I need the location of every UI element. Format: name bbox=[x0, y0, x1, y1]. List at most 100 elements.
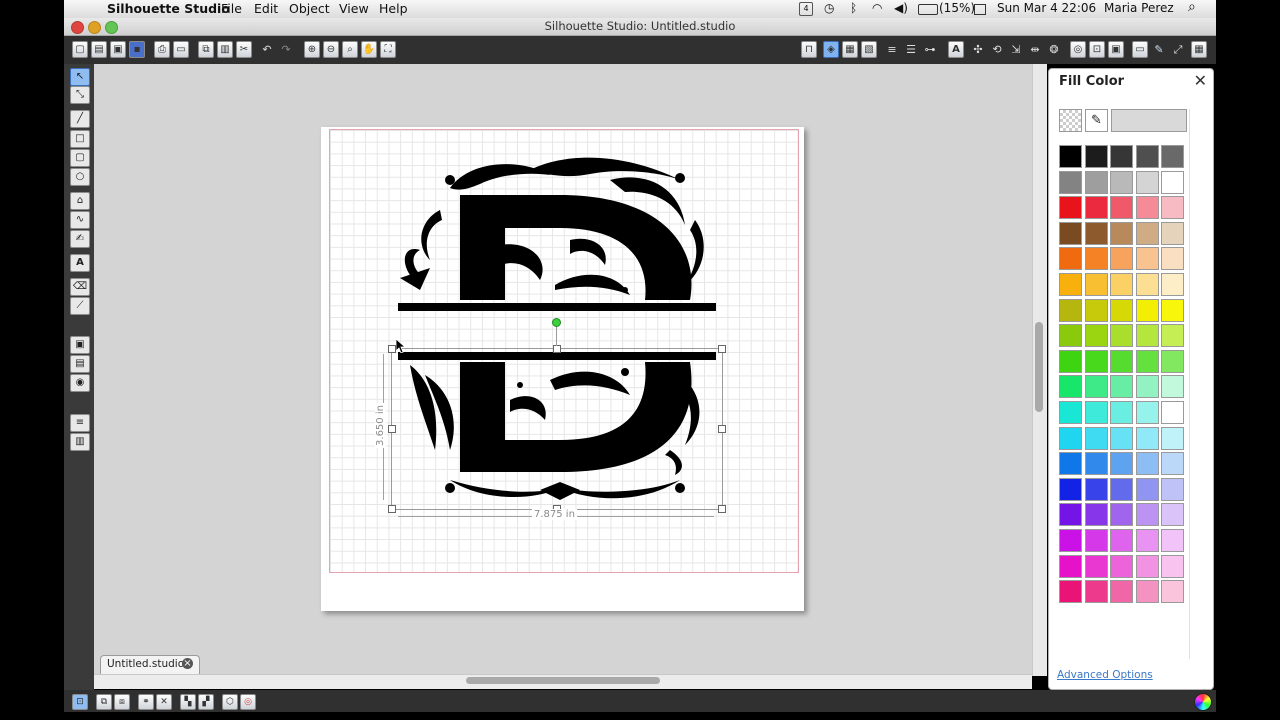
color-swatch[interactable] bbox=[1135, 221, 1159, 245]
color-swatch[interactable] bbox=[1161, 196, 1185, 220]
color-swatch[interactable] bbox=[1084, 554, 1108, 578]
color-swatch[interactable] bbox=[1110, 375, 1134, 399]
color-swatch[interactable] bbox=[1110, 170, 1134, 194]
color-swatch[interactable] bbox=[1161, 477, 1185, 501]
color-swatch[interactable] bbox=[1135, 529, 1159, 552]
horizontal-scroll-thumb[interactable] bbox=[466, 677, 660, 684]
color-swatch[interactable] bbox=[1059, 554, 1082, 578]
color-swatch[interactable] bbox=[1110, 554, 1134, 578]
lock-icon[interactable]: ⊓ bbox=[801, 41, 817, 58]
save-icon[interactable]: ▣ bbox=[110, 41, 126, 58]
layers-icon[interactable]: ≡ bbox=[70, 414, 90, 432]
input-menu-icon[interactable] bbox=[974, 4, 986, 15]
ungroup-icon[interactable]: ⧈ bbox=[114, 694, 130, 710]
color-swatch[interactable] bbox=[1135, 503, 1159, 527]
redo-icon[interactable]: ↷ bbox=[278, 41, 294, 58]
color-swatch[interactable] bbox=[1161, 426, 1185, 450]
color-swatch[interactable] bbox=[1059, 170, 1082, 194]
color-swatch[interactable] bbox=[1110, 529, 1134, 552]
advanced-options-link[interactable]: Advanced Options bbox=[1057, 669, 1153, 681]
bluetooth-icon[interactable]: ᛒ bbox=[850, 1, 857, 15]
send-to-cutter-icon[interactable]: ▭ bbox=[173, 41, 189, 58]
color-swatch[interactable] bbox=[1084, 580, 1108, 604]
color-swatch[interactable] bbox=[1161, 145, 1185, 168]
color-swatch[interactable] bbox=[1110, 298, 1134, 322]
undo-icon[interactable]: ↶ bbox=[259, 41, 275, 58]
menu-object[interactable]: Object bbox=[289, 1, 330, 16]
pen-icon[interactable]: ✎ bbox=[1151, 41, 1167, 58]
print-icon[interactable]: ⎙ bbox=[154, 41, 170, 58]
resize-handle-se[interactable] bbox=[718, 505, 726, 513]
color-swatch[interactable] bbox=[1135, 401, 1159, 424]
color-swatch[interactable] bbox=[1161, 170, 1185, 194]
color-swatch[interactable] bbox=[1059, 247, 1082, 271]
document-tab[interactable]: Untitled.studio × bbox=[100, 655, 200, 674]
color-swatch[interactable] bbox=[1161, 554, 1185, 578]
color-swatch[interactable] bbox=[1084, 273, 1108, 296]
color-swatch[interactable] bbox=[1059, 375, 1082, 399]
cut-icon[interactable]: ✂ bbox=[236, 41, 252, 58]
fullscreen-icon[interactable]: ⤢ bbox=[1170, 41, 1186, 58]
color-swatch[interactable] bbox=[1161, 452, 1185, 476]
pan-hand-icon[interactable]: ✋ bbox=[361, 41, 377, 58]
color-swatch[interactable] bbox=[1059, 145, 1082, 168]
color-swatch[interactable] bbox=[1161, 221, 1185, 245]
color-swatch[interactable] bbox=[1059, 298, 1082, 322]
paste-icon[interactable]: ▥ bbox=[217, 41, 233, 58]
vertical-scroll-thumb[interactable] bbox=[1035, 322, 1043, 412]
wifi-icon[interactable]: ◠ bbox=[872, 1, 882, 15]
monogram-top-half[interactable] bbox=[398, 157, 716, 311]
scale-icon[interactable]: ⇲ bbox=[1008, 41, 1024, 58]
menu-app-name[interactable]: Silhouette Studio bbox=[107, 1, 230, 16]
fit-to-page-icon[interactable]: ⛶ bbox=[380, 41, 396, 58]
color-swatch[interactable] bbox=[1110, 426, 1134, 450]
color-swatch[interactable] bbox=[1110, 247, 1134, 271]
menu-edit[interactable]: Edit bbox=[254, 1, 278, 16]
color-swatch[interactable] bbox=[1110, 273, 1134, 296]
color-picker-icon[interactable] bbox=[1194, 693, 1212, 711]
color-swatch[interactable] bbox=[1084, 196, 1108, 220]
close-tab-icon[interactable]: × bbox=[182, 658, 193, 669]
color-swatch[interactable] bbox=[1135, 426, 1159, 450]
resize-handle-n[interactable] bbox=[553, 345, 561, 353]
store-icon[interactable]: ◉ bbox=[70, 374, 90, 392]
open-document-icon[interactable]: ▤ bbox=[91, 41, 107, 58]
color-swatch[interactable] bbox=[1059, 273, 1082, 296]
color-swatch[interactable] bbox=[1084, 503, 1108, 527]
color-swatch[interactable] bbox=[1084, 221, 1108, 245]
color-swatch[interactable] bbox=[1135, 477, 1159, 501]
user-name[interactable]: Maria Perez bbox=[1104, 1, 1174, 15]
group-icon[interactable]: ⧉ bbox=[96, 694, 112, 710]
color-swatch[interactable] bbox=[1110, 401, 1134, 424]
color-swatch[interactable] bbox=[1059, 452, 1082, 476]
color-swatch[interactable] bbox=[1135, 273, 1159, 296]
color-swatch[interactable] bbox=[1110, 452, 1134, 476]
select-tool-icon[interactable]: ↖ bbox=[70, 68, 90, 86]
ellipse-tool-icon[interactable]: ○ bbox=[70, 168, 90, 186]
selection-bounding-box[interactable] bbox=[391, 348, 723, 510]
color-swatch[interactable] bbox=[1161, 503, 1185, 527]
color-swatch[interactable] bbox=[1135, 196, 1159, 220]
color-swatch[interactable] bbox=[1084, 401, 1108, 424]
rotate-icon[interactable]: ⟲ bbox=[989, 41, 1005, 58]
color-swatch[interactable] bbox=[1135, 452, 1159, 476]
color-swatch[interactable] bbox=[1161, 349, 1185, 373]
color-swatch[interactable] bbox=[1059, 401, 1082, 424]
menu-view[interactable]: View bbox=[339, 1, 369, 16]
mirror-icon[interactable]: ⇹ bbox=[1027, 41, 1043, 58]
color-swatch[interactable] bbox=[1161, 375, 1185, 399]
color-swatch[interactable] bbox=[1059, 477, 1082, 501]
registration-icon[interactable]: ▥ bbox=[70, 433, 90, 451]
color-swatch[interactable] bbox=[1110, 145, 1134, 168]
grid-icon[interactable]: ▦ bbox=[1191, 41, 1207, 58]
color-swatch[interactable] bbox=[1110, 349, 1134, 373]
make-compound-path-icon[interactable]: ⚭ bbox=[138, 694, 154, 710]
resize-handle-ne[interactable] bbox=[718, 345, 726, 353]
color-swatch[interactable] bbox=[1135, 554, 1159, 578]
release-compound-path-icon[interactable]: ✕ bbox=[156, 694, 172, 710]
transparent-swatch[interactable] bbox=[1059, 109, 1082, 132]
resize-handle-e[interactable] bbox=[718, 425, 726, 433]
color-swatch[interactable] bbox=[1135, 580, 1159, 604]
color-swatch[interactable] bbox=[1135, 145, 1159, 168]
color-swatch[interactable] bbox=[1110, 324, 1134, 348]
